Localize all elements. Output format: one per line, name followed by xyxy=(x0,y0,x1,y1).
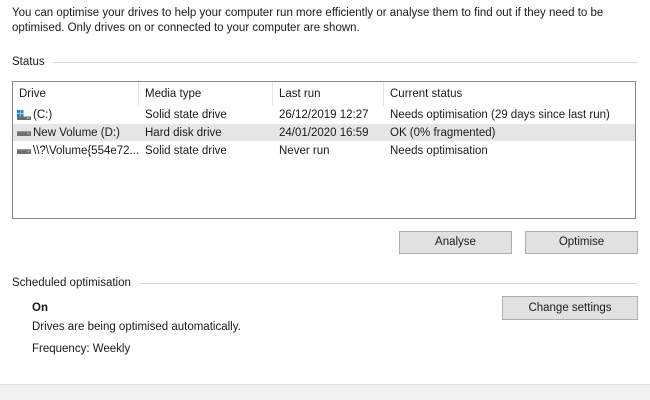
column-header-drive[interactable]: Drive xyxy=(13,82,139,106)
schedule-description: Drives are being optimised automatically… xyxy=(32,321,241,333)
media-type-cell: Solid state drive xyxy=(145,144,227,157)
scheduled-group-label: Scheduled optimisation xyxy=(12,277,131,289)
intro-text: You can optimise your drives to help you… xyxy=(12,7,604,34)
change-settings-button[interactable]: Change settings xyxy=(502,296,638,320)
current-status-cell: Needs optimisation xyxy=(390,144,488,157)
list-header: Drive Media type Last run Current status xyxy=(13,82,635,106)
analyse-button[interactable]: Analyse xyxy=(399,231,512,254)
current-status-cell: Needs optimisation (29 days since last r… xyxy=(390,108,610,121)
table-row[interactable]: \\?\Volume{554e72... Solid state drive N… xyxy=(13,142,635,159)
optimise-button[interactable]: Optimise xyxy=(525,231,638,254)
column-header-last-run[interactable]: Last run xyxy=(273,82,384,106)
table-row[interactable]: (C:) Solid state drive 26/12/2019 12:27 … xyxy=(13,106,635,123)
drive-cell: \\?\Volume{554e72... xyxy=(13,145,139,157)
last-run-cell: Never run xyxy=(279,144,330,157)
last-run-cell: 26/12/2019 12:27 xyxy=(279,108,369,121)
drive-name: \\?\Volume{554e72... xyxy=(33,144,139,157)
hard-drive-icon xyxy=(17,146,31,156)
column-header-current-status[interactable]: Current status xyxy=(384,82,635,106)
media-type-cell: Hard disk drive xyxy=(145,126,222,139)
status-group-label: Status xyxy=(12,56,45,68)
footer-bar xyxy=(0,384,650,400)
table-row[interactable]: New Volume (D:) Hard disk drive 24/01/20… xyxy=(13,124,635,141)
column-header-media-type[interactable]: Media type xyxy=(139,82,273,106)
current-status-cell: OK (0% fragmented) xyxy=(390,126,496,139)
media-type-cell: Solid state drive xyxy=(145,108,227,121)
status-group-header: Status xyxy=(12,56,638,68)
optimise-drives-window: You can optimise your drives to help you… xyxy=(0,0,650,400)
windows-drive-icon xyxy=(17,109,31,120)
last-run-cell: 24/01/2020 16:59 xyxy=(279,126,369,139)
schedule-state: On xyxy=(32,302,48,314)
hard-drive-icon xyxy=(17,128,31,138)
status-divider xyxy=(52,62,638,63)
drives-list[interactable]: Drive Media type Last run Current status xyxy=(12,81,636,219)
scheduled-group-header: Scheduled optimisation xyxy=(12,277,638,289)
drive-name: New Volume (D:) xyxy=(33,126,120,139)
schedule-frequency: Frequency: Weekly xyxy=(32,343,131,355)
drive-cell: (C:) xyxy=(13,109,139,121)
scheduled-divider xyxy=(138,283,638,284)
drive-name: (C:) xyxy=(33,108,53,121)
drive-cell: New Volume (D:) xyxy=(13,127,139,139)
